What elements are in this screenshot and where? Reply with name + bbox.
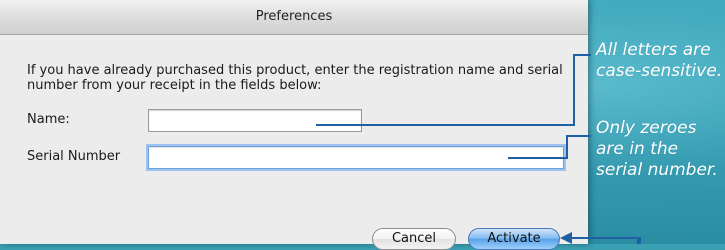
case-sensitive-callout: All letters are case-sensitive. [596,40,723,81]
cancel-button[interactable]: Cancel [372,228,456,250]
title-bar[interactable]: Preferences [0,0,588,35]
preferences-dialog: Preferences If you have already purchase… [0,0,588,250]
name-label: Name: [27,112,70,127]
serial-number-label: Serial Number [27,149,121,164]
name-input[interactable] [148,109,362,132]
zeroes-callout: Only zeroes are in the serial number. [596,118,718,180]
instructions-text: If you have already purchased this produ… [27,63,563,93]
window-title: Preferences [255,9,333,24]
serial-number-input[interactable] [148,146,564,169]
activate-button[interactable]: Activate [468,228,560,250]
dialog-body: If you have already purchased this produ… [0,35,588,250]
